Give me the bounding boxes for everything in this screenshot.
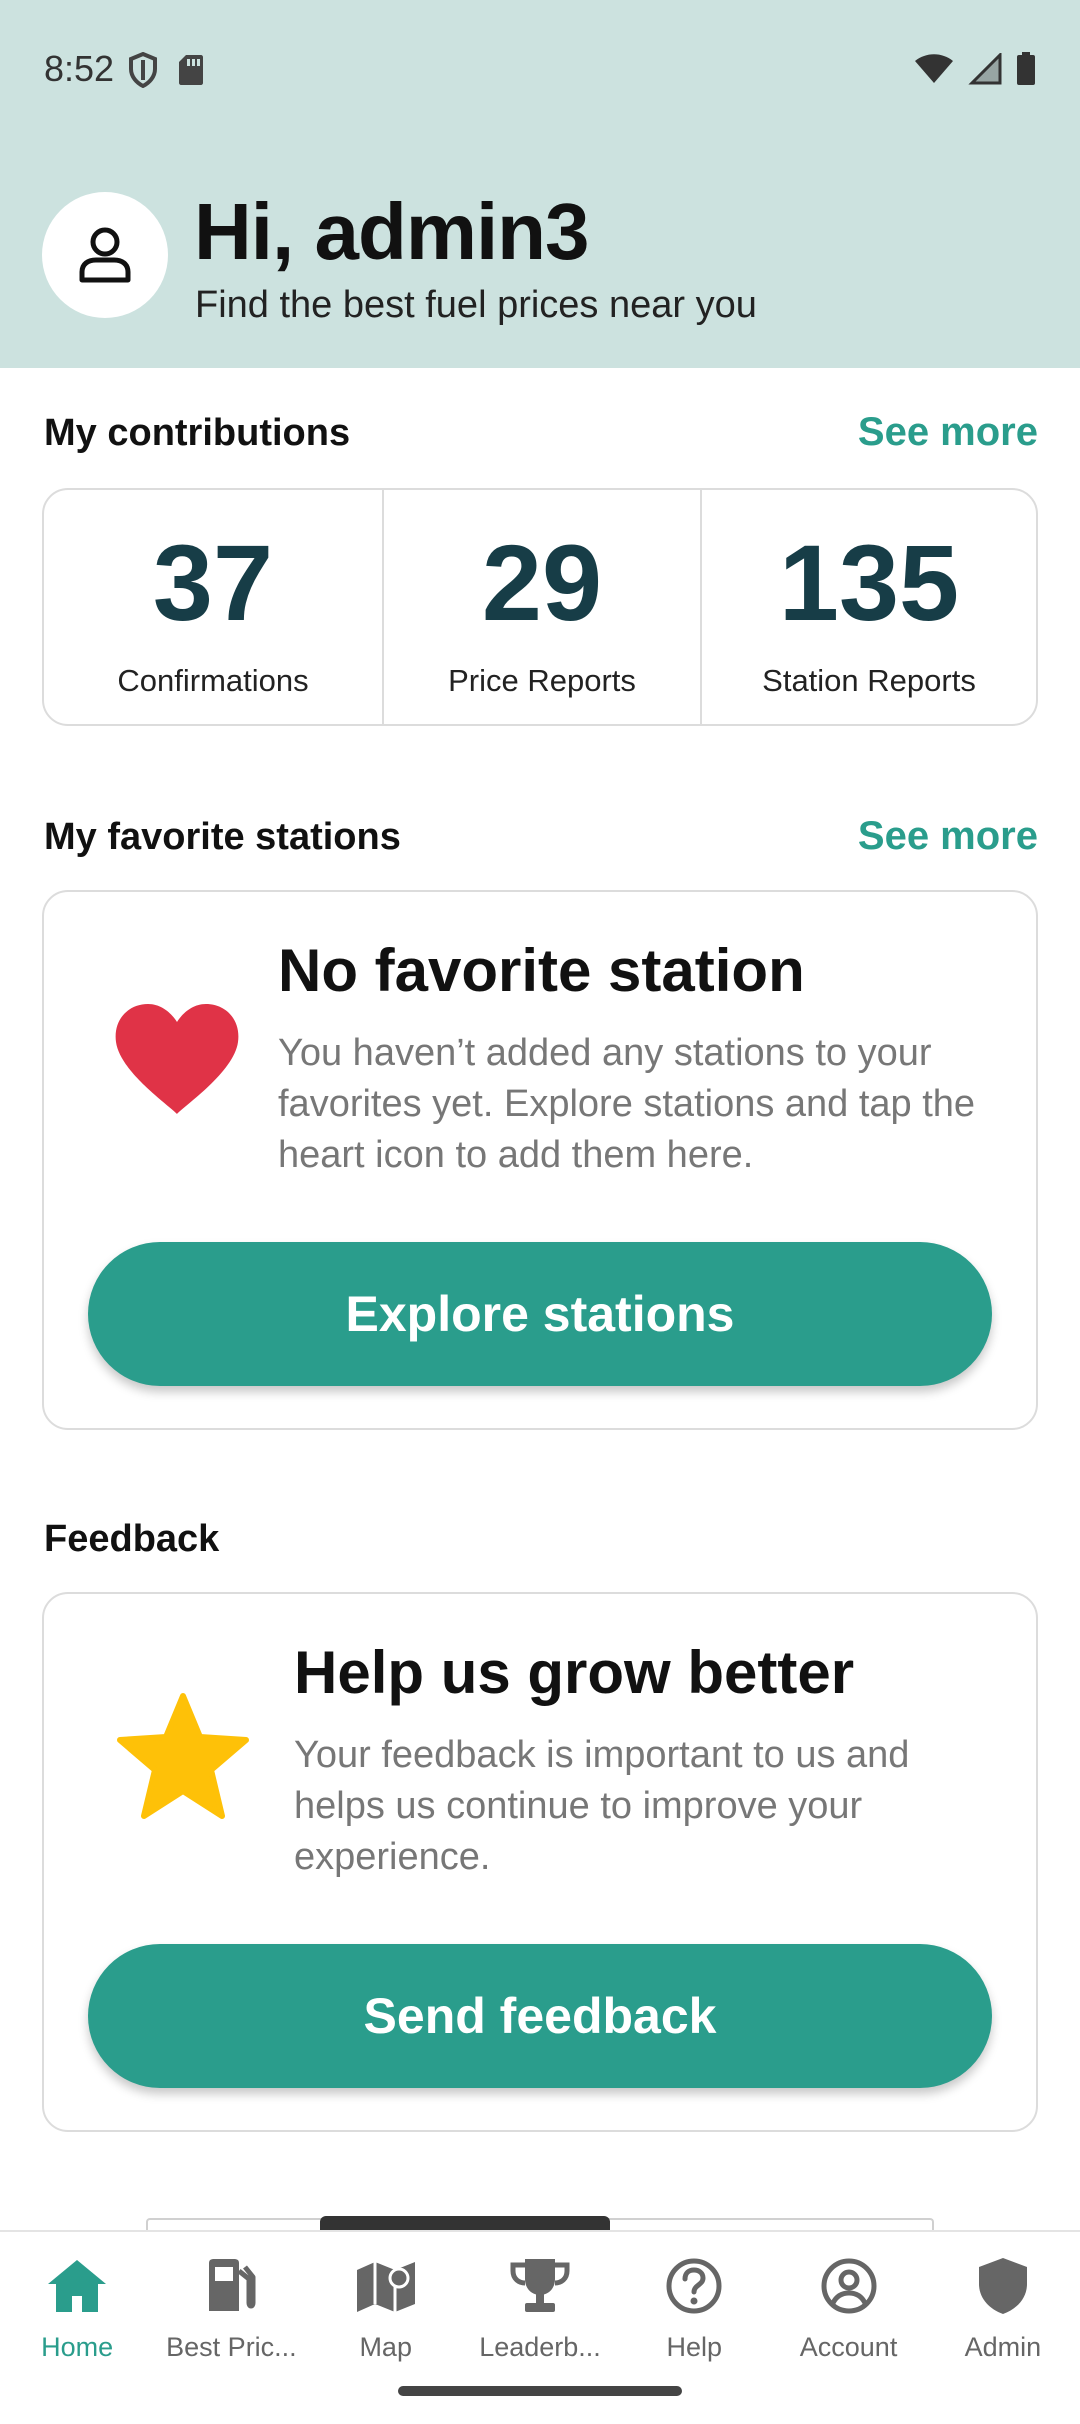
help-icon — [666, 2258, 722, 2314]
trophy-icon — [510, 2259, 570, 2312]
battery-icon — [1017, 52, 1035, 85]
peek-card-tab — [320, 2216, 610, 2230]
user-icon — [79, 227, 131, 283]
wifi-icon — [915, 54, 953, 83]
nav-label: Help — [666, 2332, 723, 2362]
nav-item-best-prices[interactable]: Best Pric... — [154, 2232, 308, 2424]
nav-label: Admin — [964, 2332, 1042, 2362]
shield-icon — [129, 52, 157, 88]
status-time: 8:52 — [44, 48, 115, 89]
stat-label: Price Reports — [448, 663, 636, 698]
nav-item-account[interactable]: Account — [771, 2232, 925, 2424]
greeting-title: Hi, admin3 — [194, 187, 590, 276]
send-feedback-button[interactable]: Send feedback — [88, 1944, 992, 2088]
avatar[interactable] — [42, 192, 168, 318]
stat-value: 135 — [778, 522, 960, 643]
star-icon — [117, 1693, 249, 1819]
feedback-card-text: Your feedback is important to us and hel… — [294, 1734, 910, 1878]
stat-label: Station Reports — [762, 663, 976, 698]
favorites-card: No favorite station You haven’t added an… — [42, 890, 1038, 1430]
contributions-title: My contributions — [44, 412, 351, 454]
stat-station-reports[interactable]: 135 Station Reports — [700, 490, 1036, 724]
contributions-see-more-link[interactable]: See more — [858, 410, 1038, 455]
favorites-see-more-link[interactable]: See more — [858, 814, 1038, 859]
feedback-card: Help us grow better Your feedback is imp… — [42, 1592, 1038, 2132]
explore-stations-button[interactable]: Explore stations — [88, 1242, 992, 1386]
feedback-card-title: Help us grow better — [294, 1639, 855, 1706]
nav-item-admin[interactable]: Admin — [926, 2232, 1080, 2424]
status-bar: 8:52 — [0, 0, 1080, 140]
nav-item-home[interactable]: Home — [0, 2232, 154, 2424]
home-indicator[interactable] — [398, 2386, 682, 2396]
stat-value: 37 — [152, 522, 274, 643]
account-icon — [821, 2258, 877, 2314]
favorites-card-title: No favorite station — [278, 937, 805, 1004]
favorites-title: My favorite stations — [44, 816, 401, 858]
nav-label: Account — [799, 2332, 898, 2362]
feedback-title: Feedback — [44, 1518, 220, 1560]
home-icon — [48, 2260, 107, 2312]
nav-label: Home — [41, 2332, 114, 2362]
fuel-pump-icon — [209, 2259, 256, 2311]
stat-label: Confirmations — [117, 663, 309, 698]
favorites-card-text: You haven’t added any stations to your f… — [278, 1032, 976, 1176]
stat-value: 29 — [481, 522, 603, 643]
greeting-subtitle: Find the best fuel prices near you — [195, 284, 757, 326]
admin-shield-icon — [978, 2258, 1027, 2314]
heart-icon — [115, 1004, 239, 1114]
stat-confirmations[interactable]: 37 Confirmations — [44, 490, 382, 724]
header: 8:52 Hi, admin3 Find the best fuel price… — [0, 0, 1080, 368]
map-icon — [356, 2262, 415, 2312]
stat-price-reports[interactable]: 29 Price Reports — [382, 490, 700, 724]
nav-label: Best Pric... — [166, 2332, 297, 2362]
sd-card-icon — [179, 55, 203, 85]
signal-icon — [968, 53, 1002, 85]
nav-label: Map — [359, 2332, 412, 2362]
nav-label: Leaderb... — [479, 2332, 601, 2362]
contributions-card: 37 Confirmations 29 Price Reports 135 St… — [42, 488, 1038, 726]
